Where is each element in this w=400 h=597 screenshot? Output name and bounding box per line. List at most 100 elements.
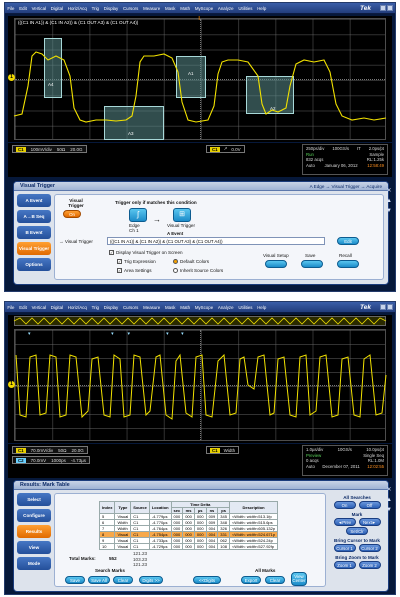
trigger-readout[interactable]: C1 ↗ 0.0V (206, 145, 245, 153)
menu-utilities[interactable]: Utilities (236, 3, 255, 14)
menu-math[interactable]: Math (178, 302, 193, 313)
save-all-button[interactable]: Save All (88, 576, 110, 584)
tab-mode[interactable]: Mode (17, 557, 51, 570)
menu-horiz-acq[interactable]: Horiz/Acq (65, 302, 89, 313)
tab-b-event[interactable]: B Event (17, 226, 51, 239)
menu-mask[interactable]: Mask (163, 302, 178, 313)
menu-trig[interactable]: Trig (89, 302, 101, 313)
expression-field[interactable]: (((C1 IN A1)) & (C1 IN A2)) & (C1 OUT A3… (107, 237, 325, 245)
menu-math[interactable]: Math (178, 3, 193, 14)
menu-cursors[interactable]: Cursors (121, 3, 141, 14)
menu-display[interactable]: Display (101, 3, 120, 14)
edge-icon-button[interactable]: ʃ (129, 208, 147, 222)
trigger-readout[interactable]: C1 Width (206, 446, 240, 454)
waveform-display[interactable]: 1 ▾ ▾ ▾ ▾ ▾ (8, 315, 392, 443)
tab-select[interactable]: Select (17, 493, 51, 506)
down-arrow-icon[interactable]: ▼ (385, 506, 393, 514)
close-icon[interactable]: ✕ (385, 187, 393, 195)
inherit-colors-radio[interactable] (173, 268, 178, 274)
menu-analyze[interactable]: Analyze (216, 302, 236, 313)
trig-expression-checkbox[interactable]: ✓ (117, 259, 122, 265)
zoom2-button[interactable]: Zoom 2 (358, 561, 381, 569)
tab-view[interactable]: View (17, 541, 51, 554)
trig-expression-option[interactable]: ✓ Trig Expression (117, 259, 156, 265)
menu-myscope[interactable]: MyScope (192, 302, 215, 313)
on-button[interactable]: On (333, 501, 356, 509)
channel1-readout[interactable]: C1 70.0mV/div 50Ω 20.0G (12, 446, 88, 454)
default-colors-radio[interactable] (173, 259, 178, 265)
menu-digital[interactable]: Digital (48, 3, 65, 14)
display-on-screen-option[interactable]: ✓ Display Visual Trigger on Screen (109, 250, 183, 256)
menu-measure[interactable]: Measure (141, 3, 163, 14)
menu-mask[interactable]: Mask (163, 3, 178, 14)
tab-a-event[interactable]: A Event (17, 194, 51, 207)
close-icon[interactable] (387, 304, 393, 310)
export-button[interactable]: Export (241, 576, 261, 584)
menu-help[interactable]: Help (255, 302, 269, 313)
area-settings-checkbox[interactable]: ✓ (117, 268, 122, 274)
menu-horiz-acq[interactable]: Horiz/Acq (65, 3, 89, 14)
table-row[interactable]: 6 Width C1 -4.770µs 000 000 000 009 348 <Width: w… (98, 519, 279, 526)
channel1-readout[interactable]: C1 100mV/div 50Ω 20.0G (12, 145, 87, 153)
close-icon[interactable] (387, 5, 393, 11)
menu-file[interactable]: File (5, 302, 17, 313)
default-colors-option[interactable]: Default Colors (173, 259, 209, 265)
display-checkbox[interactable]: ✓ (109, 250, 114, 256)
menu-measure[interactable]: Measure (141, 302, 163, 313)
next-mark-button[interactable]: Next► (358, 518, 381, 526)
menu-digital[interactable]: Digital (48, 302, 65, 313)
save-mark-button[interactable]: Save (65, 576, 85, 584)
clear-button[interactable]: Clear (113, 576, 133, 584)
digits-decrease-button[interactable]: Digits >> (139, 576, 163, 584)
menu-vertical[interactable]: Vertical (29, 302, 48, 313)
tab-results[interactable]: Results (17, 525, 51, 538)
table-row[interactable]: 8 Visual C1 -4.754µs 000 000 000 004 331 <Width: … (98, 531, 279, 538)
clear-all-button[interactable]: Clear (265, 576, 285, 584)
tab-configure[interactable]: Configure (17, 509, 51, 522)
menu-edit[interactable]: Edit (17, 302, 29, 313)
view-center-button[interactable]: View Center (291, 572, 307, 586)
table-row[interactable]: 5 Visual C1 -4.779µs 000 000 000 009 345 <Width: … (98, 513, 279, 520)
acquisition-readout[interactable]: 250ps/div 100GS/s IT 2.0ps/pt Run Sample 832… (302, 144, 388, 175)
menu-vertical[interactable]: Vertical (29, 3, 48, 14)
edit-button[interactable]: Edit (337, 237, 359, 245)
inherit-colors-option[interactable]: Inherit Source Colors (173, 268, 223, 274)
table-row[interactable]: 10 Visual C1 -4.729µs 000 000 000 004 108 <Width:… (98, 543, 279, 550)
tab-options[interactable]: Options (17, 258, 51, 271)
menu-file[interactable]: File (5, 3, 17, 14)
table-row[interactable]: 7 Width C1 -4.764µs 000 000 000 004 326 <Width: w… (98, 525, 279, 532)
waveform-display[interactable]: 1 T (((C1 IN A1)) & (C1 IN A2)) & (C1 OU… (8, 16, 392, 142)
menu-display[interactable]: Display (101, 302, 120, 313)
menu-help[interactable]: Help (255, 3, 269, 14)
up-arrow-icon[interactable]: ▲ (385, 197, 393, 205)
minimize-icon[interactable] (380, 304, 386, 310)
visual-trigger-icon-button[interactable]: ⊞ (173, 208, 191, 222)
zoom1-button[interactable]: Zoom 1 (333, 561, 356, 569)
tab-ab-seq[interactable]: A→B Seq (17, 210, 51, 223)
digits-increase-button[interactable]: <<Digits (193, 576, 221, 584)
visual-setup-button[interactable] (265, 260, 287, 268)
tab-visual-trigger[interactable]: Visual Trigger (17, 242, 51, 255)
acquisition-readout[interactable]: 1.0µs/div 10GS/s 10.0ps/pt Preview Single S… (302, 445, 388, 476)
menu-edit[interactable]: Edit (17, 3, 29, 14)
channel2-readout[interactable]: C2 70.0mV 1000ps -4.73µs (12, 456, 91, 464)
off-button[interactable]: Off (358, 501, 381, 509)
menu-myscope[interactable]: MyScope (192, 3, 215, 14)
minimize-icon[interactable] (380, 5, 386, 11)
menu-analyze[interactable]: Analyze (216, 3, 236, 14)
set-clear-mark-button[interactable]: Set/Clr (346, 527, 368, 535)
cursor1-button[interactable]: Cursor 1 (333, 544, 356, 552)
menu-trig[interactable]: Trig (89, 3, 101, 14)
close-icon[interactable]: ✕ (385, 486, 393, 494)
menu-cursors[interactable]: Cursors (121, 302, 141, 313)
prev-mark-button[interactable]: ◄Prev (333, 518, 356, 526)
visual-trigger-toggle[interactable]: On (63, 210, 81, 218)
cursor2-button[interactable]: Cursor 2 (358, 544, 381, 552)
up-arrow-icon[interactable]: ▲ (385, 496, 393, 504)
area-settings-option[interactable]: ✓ Area Settings (117, 268, 152, 274)
recall-button[interactable] (337, 260, 359, 268)
table-row[interactable]: 9 Visual C1 -4.733µs 000 000 000 004 062 <Width: … (98, 537, 279, 544)
menu-utilities[interactable]: Utilities (236, 302, 255, 313)
save-button[interactable] (301, 260, 323, 268)
down-arrow-icon[interactable]: ▼ (385, 207, 393, 215)
